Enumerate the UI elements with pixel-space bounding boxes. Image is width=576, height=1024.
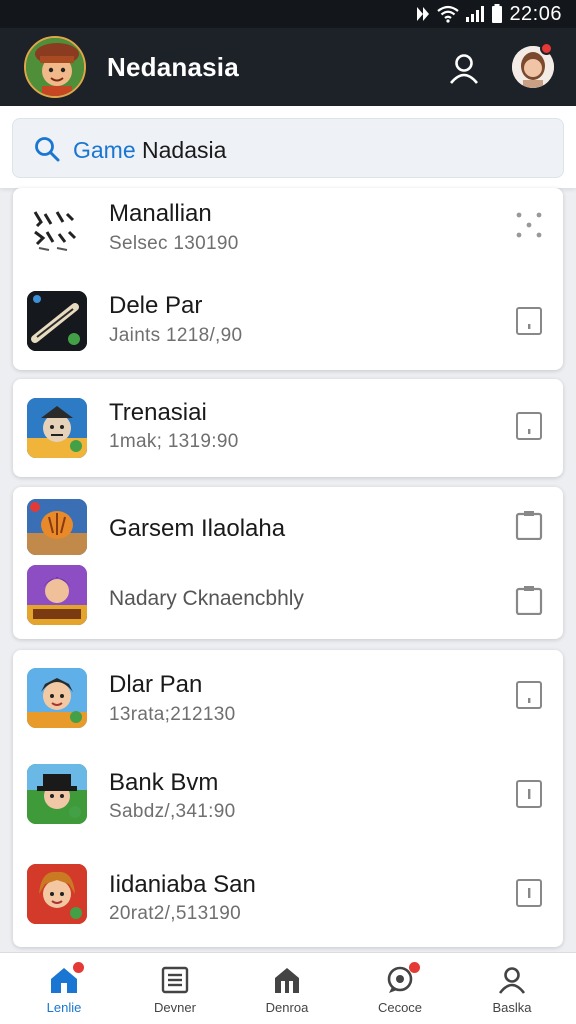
nfc-icon	[417, 7, 430, 21]
girl-game-icon	[27, 864, 87, 924]
list-item[interactable]: Iidaniaba San 20rat2/,513190	[13, 846, 563, 947]
game-icon	[27, 764, 87, 824]
search-section: Game Nadasia	[0, 106, 576, 188]
nav-label: Devner	[154, 1000, 196, 1015]
game-icon	[27, 565, 87, 625]
game-list-card: Trenasiai 1mak; 1319:90	[13, 379, 563, 477]
list-item[interactable]: Manallian Selsec 130190	[13, 188, 563, 280]
boy-game-icon	[27, 668, 87, 728]
signal-icon	[466, 6, 485, 22]
more-dots-icon[interactable]	[515, 210, 543, 240]
bookmark-icon[interactable]	[515, 306, 543, 336]
item-title: Nadary Cknaencbhly	[109, 587, 304, 610]
nav-item-home[interactable]: Lenlie	[16, 953, 112, 1024]
nav-item-list[interactable]: Devner	[127, 953, 223, 1024]
bookmark-icon[interactable]	[515, 680, 543, 710]
status-bar: 22:06	[0, 0, 576, 28]
item-title: Trenasiai	[109, 399, 207, 426]
item-title: Manallian	[109, 200, 212, 227]
fruit-game-icon	[27, 499, 87, 555]
item-title: Dele Par	[109, 292, 203, 319]
nav-label: Baslka	[492, 1000, 532, 1015]
item-title: Dlar Pan	[109, 671, 203, 698]
item-subtitle: 13rata;212130	[109, 704, 236, 725]
app-logo-avatar[interactable]	[24, 36, 86, 98]
search-input[interactable]: Game Nadasia	[12, 118, 564, 178]
game-icon	[27, 668, 87, 728]
nav-label: Denroa	[265, 1000, 309, 1015]
game-icon	[27, 499, 87, 555]
sword-game-icon	[27, 291, 87, 351]
bottom-navigation: Lenlie Devner Denroa Cecoce Baslka	[0, 952, 576, 1024]
person-icon	[498, 967, 526, 994]
notification-badge	[540, 42, 553, 55]
nav-badge	[73, 962, 84, 973]
item-subtitle: Jaints 1218/,90	[109, 325, 243, 346]
list-item[interactable]: Garsem Ilaolaha	[13, 487, 563, 563]
game-icon	[27, 398, 87, 458]
list-item[interactable]: Nadary Cknaencbhly	[13, 563, 563, 639]
status-time: 22:06	[509, 2, 562, 25]
item-subtitle: 20rat2/,513190	[109, 903, 242, 924]
nav-item-store[interactable]: Denroa	[239, 953, 335, 1024]
store-icon	[275, 968, 299, 993]
game-list-card: Manallian Selsec 130190 Dele Par Jaints …	[13, 188, 563, 370]
search-keyword: Game	[73, 137, 136, 163]
game-list-card: Garsem Ilaolaha Nadary Cknaencbhly	[13, 487, 563, 639]
game-list-card: Dlar Pan 13rata;212130 Bank Bvm Sabdz/,3…	[13, 650, 563, 947]
list-item[interactable]: Bank Bvm Sabdz/,341:90	[13, 748, 563, 846]
game-icon	[27, 198, 87, 258]
magician-game-icon	[27, 764, 87, 824]
list-item[interactable]: Dele Par Jaints 1218/,90	[13, 280, 563, 370]
item-title: Iidaniaba San	[109, 871, 256, 898]
clipboard-icon[interactable]	[515, 585, 543, 615]
game-icon	[27, 291, 87, 351]
nav-item-profile[interactable]: Baslka	[464, 953, 560, 1024]
clipboard-icon[interactable]	[515, 510, 543, 540]
item-subtitle: 1mak; 1319:90	[109, 431, 239, 452]
list-icon	[161, 966, 189, 994]
nav-label: Lenlie	[46, 1000, 82, 1015]
nav-item-chat[interactable]: Cecoce	[352, 953, 448, 1024]
pirate-game-icon	[27, 398, 87, 458]
search-query-text: Nadasia	[135, 137, 227, 163]
search-icon	[35, 137, 60, 162]
wifi-icon	[437, 5, 460, 23]
item-title: Garsem Ilaolaha	[109, 515, 286, 542]
search-query: Game Nadasia	[73, 137, 226, 164]
nav-badge	[409, 962, 420, 973]
hero-game-icon	[27, 565, 87, 625]
list-item[interactable]: Trenasiai 1mak; 1319:90	[13, 379, 563, 477]
bookmark-icon[interactable]	[515, 411, 543, 441]
account-icon[interactable]	[446, 50, 482, 86]
item-subtitle: Selsec 130190	[109, 233, 239, 254]
app-bar: Nedanasia	[0, 28, 576, 106]
item-subtitle: Sabdz/,341:90	[109, 801, 236, 822]
nav-label: Cecoce	[377, 1000, 423, 1015]
bookmark-icon[interactable]	[515, 878, 543, 908]
bookmark-icon[interactable]	[515, 779, 543, 809]
item-title: Bank Bvm	[109, 769, 219, 796]
app-title: Nedanasia	[107, 52, 239, 82]
list-item[interactable]: Dlar Pan 13rata;212130	[13, 650, 563, 748]
character-avatar-icon	[26, 38, 84, 96]
game-icon	[27, 864, 87, 924]
battery-icon	[492, 4, 503, 23]
logo-text-icon	[33, 211, 77, 251]
